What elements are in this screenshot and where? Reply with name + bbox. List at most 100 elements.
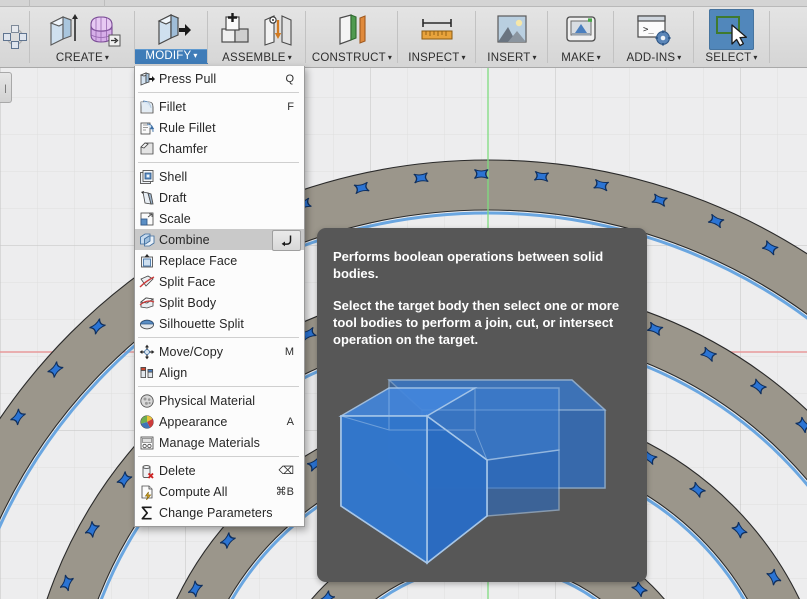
menu-item-shortcut: ⌘B [275, 486, 294, 498]
menu-item-icon-wrap [135, 187, 159, 208]
menu-item-silhouette-split[interactable]: Silhouette Split [135, 313, 304, 334]
menu-item-press-pull[interactable]: Press Pull Q [135, 68, 304, 89]
menu-item-compute-all[interactable]: Compute All ⌘B [135, 481, 304, 502]
menu-item-label: Manage Materials [159, 435, 260, 450]
toolbar-label-modify[interactable]: MODIFY ▾ [135, 49, 208, 64]
menu-item-icon-wrap [135, 390, 159, 411]
menu-item-shortcut: A [286, 415, 294, 428]
select-window-cursor-icon [715, 16, 747, 47]
menu-item-rule-fillet[interactable]: Rule Fillet [135, 117, 304, 138]
chevron-down-icon: ▾ [193, 51, 198, 60]
replace-face-icon [141, 253, 153, 267]
menu-item-change-parameters[interactable]: Change Parameters [135, 502, 304, 523]
toolbar-label-select[interactable]: SELECT ▾ [694, 52, 769, 64]
toolbar-label-inspect[interactable]: INSPECT ▾ [398, 52, 476, 64]
menu-item-appearance[interactable]: Appearance A [135, 411, 304, 432]
physical-material-icon [140, 393, 154, 408]
menu-item-delete[interactable]: Delete ⌫ [135, 460, 304, 481]
toolbar-group-construct[interactable]: CONSTRUCT ▾ [306, 7, 398, 67]
menu-item-icon-wrap [135, 502, 159, 523]
menu-item-chamfer[interactable]: Chamfer [135, 138, 304, 159]
menu-item-label: Move/Copy [159, 344, 224, 359]
menu-item-physical-material[interactable]: Physical Material [135, 390, 304, 411]
toolbar-group-addins[interactable]: >_ ADD-INS ▾ [614, 7, 694, 67]
menu-item-shortcut: M [284, 345, 294, 358]
toolbar-label-insert[interactable]: INSERT ▾ [476, 52, 548, 64]
top-strip-segment [0, 0, 30, 7]
workspace-switcher-button[interactable] [0, 7, 30, 67]
menu-item-label: Change Parameters [159, 505, 273, 520]
menu-item-replace-face[interactable]: Replace Face [135, 250, 304, 271]
measure-ruler-icon [421, 19, 453, 40]
recent-command-button[interactable] [272, 230, 301, 251]
modify-dropdown-menu[interactable]: Press Pull Q Fillet F Rule Fillet Chamfer … [134, 66, 305, 527]
joint-icon [264, 15, 292, 46]
menu-item-icon-wrap [135, 117, 159, 138]
select-tool-button[interactable] [709, 8, 754, 50]
menu-item-scale[interactable]: Scale [135, 208, 304, 229]
recent-arrow-icon [281, 235, 291, 247]
toolbar-group-make[interactable]: MAKE ▾ [548, 7, 614, 67]
chevron-down-icon: ▾ [104, 53, 110, 62]
command-tooltip: Performs boolean operations between soli… [317, 228, 647, 582]
menu-item-shell[interactable]: Shell [135, 166, 304, 187]
toolbar-label-make[interactable]: MAKE ▾ [548, 52, 614, 64]
combine-icon [140, 233, 155, 246]
menu-item-label: Chamfer [159, 141, 208, 156]
chevron-down-icon: ▾ [596, 53, 601, 62]
menu-item-icon-wrap [135, 166, 159, 187]
draft-icon [141, 190, 154, 205]
toolbar-group-assemble[interactable]: ASSEMBLE ▾ [208, 7, 306, 67]
menu-separator [138, 337, 299, 338]
menu-item-align[interactable]: Align [135, 362, 304, 383]
menu-item-icon-wrap [135, 208, 159, 229]
extrude-icon [49, 14, 78, 46]
toolbar-label-construct[interactable]: CONSTRUCT ▾ [306, 52, 398, 64]
svg-text:>_: >_ [643, 25, 654, 35]
menu-item-label: Physical Material [159, 393, 256, 408]
toolbar-label-addins[interactable]: ADD-INS ▾ [614, 52, 694, 64]
menu-item-label: Rule Fillet [159, 120, 216, 135]
toolbar-group-modify[interactable]: MODIFY ▾ [135, 7, 208, 67]
menu-item-icon-wrap [135, 481, 159, 502]
menu-item-icon-wrap [135, 68, 159, 89]
tooltip-paragraph-1: Performs boolean operations between soli… [333, 249, 604, 281]
toolbar-group-select[interactable]: SELECT ▾ [694, 7, 770, 67]
menu-item-manage-materials[interactable]: Manage Materials [135, 432, 304, 453]
window-top-strip [0, 0, 807, 7]
menu-item-shortcut: Q [285, 72, 294, 85]
menu-item-draft[interactable]: Draft [135, 187, 304, 208]
insert-image-icon [497, 15, 527, 43]
menu-item-label: Fillet [159, 99, 186, 114]
menu-item-icon-wrap [135, 460, 159, 481]
manage-materials-icon [140, 436, 154, 449]
menu-item-label: Appearance [159, 414, 228, 429]
chevron-down-icon: ▾ [387, 53, 393, 62]
menu-item-label: Shell [159, 169, 188, 184]
toolbar-label-create[interactable]: CREATE ▾ [30, 52, 135, 64]
delete-icon [142, 464, 154, 479]
3d-print-icon [566, 16, 596, 42]
menu-item-split-face[interactable]: Split Face [135, 271, 304, 292]
form-sculpt-icon [89, 16, 120, 47]
menu-item-label: Silhouette Split [159, 316, 244, 331]
toolbar-group-create[interactable]: CREATE ▾ [30, 7, 135, 67]
tooltip-paragraph-2: Select the target body then select one o… [333, 298, 620, 347]
toolbar-group-inspect[interactable]: INSPECT ▾ [398, 7, 476, 67]
menu-item-combine[interactable]: Combine [135, 229, 304, 251]
shell-icon [140, 169, 154, 184]
chevron-down-icon: ▾ [287, 53, 292, 62]
scale-icon [140, 212, 154, 225]
menu-item-fillet[interactable]: Fillet F [135, 96, 304, 117]
offset-plane-icon [339, 14, 366, 45]
menu-item-move-copy[interactable]: Move/Copy M [135, 341, 304, 362]
ring-block[interactable] [473, 169, 489, 179]
split-face-icon [139, 275, 155, 287]
chevron-down-icon: ▾ [461, 53, 466, 62]
menu-item-icon-wrap [135, 292, 159, 313]
main-toolbar[interactable]: CREATE ▾ MODIFY ▾ ASSEMBLE ▾ CONSTRUCT ▾… [0, 7, 807, 68]
menu-item-split-body[interactable]: Split Body [135, 292, 304, 313]
toolbar-label-assemble[interactable]: ASSEMBLE ▾ [208, 52, 306, 64]
browser-collapse-handle[interactable]: | [0, 72, 12, 103]
toolbar-group-insert[interactable]: INSERT ▾ [476, 7, 548, 67]
